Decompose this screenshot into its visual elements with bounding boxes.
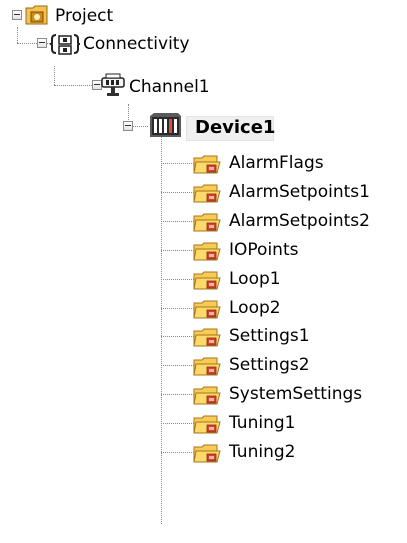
tree-connector-line: [161, 279, 194, 280]
tag-group-folder-icon: [193, 415, 221, 434]
tree-item-tag-group[interactable]: Settings2: [229, 354, 310, 376]
tag-group-folder-icon: [193, 386, 221, 405]
collapse-toggle-project[interactable]: [12, 10, 22, 20]
project-folder-icon: [25, 5, 48, 25]
tree-connector-line: [161, 394, 194, 395]
tree-connector-line: [161, 336, 194, 337]
tag-group-folder-icon: [193, 213, 221, 232]
collapse-toggle-connectivity[interactable]: [37, 38, 47, 48]
tree-connector-line: [161, 221, 194, 222]
tag-group-folder-icon: [193, 155, 221, 174]
tag-group-folder-icon: [193, 328, 221, 347]
channel-network-icon: [101, 73, 125, 96]
tree-item-tag-group[interactable]: Tuning2: [229, 441, 295, 463]
tree-item-tag-group[interactable]: Loop2: [229, 297, 281, 319]
tag-group-folder-icon: [193, 184, 221, 203]
connectivity-icon: [50, 34, 80, 55]
tree-connector-line: [161, 452, 194, 453]
device-icon: [150, 113, 181, 137]
tree-connector-line: [161, 423, 194, 424]
tree-item-tag-group[interactable]: AlarmSetpoints1: [229, 181, 370, 203]
tree-item-connectivity[interactable]: Connectivity: [83, 33, 190, 55]
tree-connector-line: [161, 163, 194, 164]
tree-connector-line: [161, 365, 194, 366]
tag-group-folder-icon: [193, 357, 221, 376]
tree-connector-line: [161, 192, 194, 193]
tree-connector-line: [161, 250, 194, 251]
tree-item-device[interactable]: Device1: [195, 117, 275, 139]
tree-item-tag-group[interactable]: AlarmFlags: [229, 152, 324, 174]
tree-item-tag-group[interactable]: SystemSettings: [229, 383, 362, 405]
tag-group-folder-icon: [193, 300, 221, 319]
collapse-toggle-device[interactable]: [123, 121, 133, 131]
tree-item-tag-group[interactable]: AlarmSetpoints2: [229, 210, 370, 232]
tree-item-project[interactable]: Project: [55, 5, 113, 27]
tree-item-tag-group[interactable]: Tuning1: [229, 412, 295, 434]
tree-item-tag-group[interactable]: Settings1: [229, 325, 310, 347]
tree-item-tag-group[interactable]: Loop1: [229, 268, 281, 290]
tree-item-channel[interactable]: Channel1: [129, 76, 210, 98]
tag-group-folder-icon: [193, 271, 221, 290]
tree-item-tag-group[interactable]: IOPoints: [229, 239, 298, 261]
tree-connector-line: [161, 308, 194, 309]
tag-group-folder-icon: [193, 242, 221, 261]
tag-group-folder-icon: [193, 444, 221, 463]
